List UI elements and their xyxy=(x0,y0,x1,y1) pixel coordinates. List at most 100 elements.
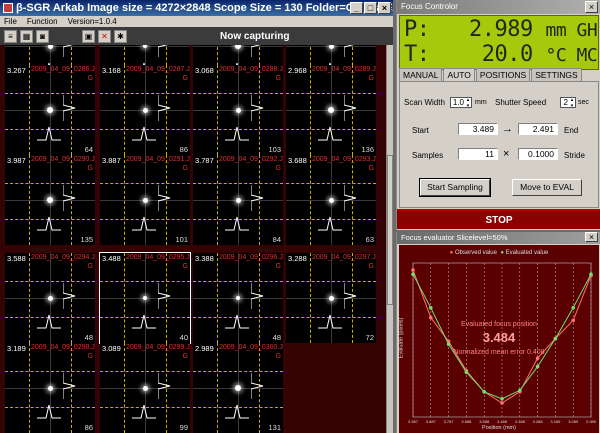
star-image xyxy=(47,107,53,113)
horizontal-profile xyxy=(225,314,249,329)
vertical-profile xyxy=(344,283,357,309)
lcd-display: P: 2.989 mm GH T: 20.0 °C MC xyxy=(399,15,599,70)
slice-line xyxy=(286,93,376,94)
cell-position-value: 3.068 xyxy=(195,66,214,75)
scan-width-spinner[interactable]: 1.0 xyxy=(450,97,472,109)
tab-settings[interactable]: SETTINGS xyxy=(531,68,582,81)
menu-file[interactable]: File xyxy=(4,16,17,27)
menu-function[interactable]: Function xyxy=(27,16,58,27)
cell-position-value: 3.388 xyxy=(195,254,214,263)
cell-filename-ext: G xyxy=(368,165,374,172)
stride-label: Stride xyxy=(564,151,585,160)
cell-filename: 2009_04_09_0289.JP xyxy=(312,66,376,73)
thumbnail-cell[interactable]: 3.388 2009_04_09_0296.JP G 48 xyxy=(193,253,283,343)
cell-filename-ext: G xyxy=(275,75,281,82)
cell-position-value: 2.968 xyxy=(288,66,307,75)
cell-filename: 2009_04_09_0297.JP xyxy=(312,254,376,261)
tab-auto[interactable]: AUTO xyxy=(443,68,475,81)
x-tick-label: 3.488 xyxy=(497,419,508,424)
horizontal-profile xyxy=(318,314,342,329)
stop-button[interactable]: STOP xyxy=(397,209,600,229)
x-tick-label: 3.388 xyxy=(515,419,526,424)
thumbnail-cell[interactable]: 3.189 2009_04_09_0298.JP G 86 xyxy=(5,343,95,433)
move-to-eval-button[interactable]: Move to EVAL xyxy=(512,179,582,196)
vertical-profile xyxy=(251,373,264,399)
horizontal-profile xyxy=(37,216,61,231)
cell-filename: 2009_04_09_0290.JP xyxy=(31,156,95,163)
vertical-profile xyxy=(251,95,264,121)
focus-plot: 3.987 3.887 3.787 3.688 3.588 3.488 3.388 3.288… xyxy=(398,245,599,433)
start-sampling-button[interactable]: Start Sampling xyxy=(419,178,491,197)
thumbnail-cell[interactable]: 2.989 2009_04_09_0300.JP G 131 xyxy=(193,343,283,433)
samples-field[interactable]: 11 xyxy=(458,148,498,160)
thumbnail-cell[interactable]: 3.688 2009_04_09_0293.JP G 63 xyxy=(286,155,376,245)
x-tick-label: 2.989 xyxy=(586,419,597,424)
scan-width-unit: mm xyxy=(475,99,487,106)
thumbnail-cell[interactable]: 3.987 2009_04_09_0290.JP G 135 xyxy=(5,155,95,245)
cell-filename: 2009_04_09_0287.JP xyxy=(126,66,190,73)
thumbnail-cell[interactable]: 3.267 2009_04_09_0286.JP G 64 xyxy=(5,65,95,155)
maximize-button[interactable]: □ xyxy=(364,2,377,14)
cell-filename-ext: G xyxy=(275,353,281,360)
cell-position-value: 3.488 xyxy=(102,254,121,263)
slice-line xyxy=(5,281,95,282)
slice-line xyxy=(193,183,283,184)
thumbnail-cell[interactable]: 3.168 2009_04_09_0287.JP G 86 xyxy=(100,65,190,155)
cell-position-value: 3.189 xyxy=(7,344,26,353)
thumbnail-cell[interactable]: 3.068 2009_04_09_0288.JP G 103 xyxy=(193,65,283,155)
thumbnail-cell[interactable]: 2.968 2009_04_09_0289.JP G 136 xyxy=(286,65,376,155)
start-position-field[interactable]: 3.489 xyxy=(458,123,498,135)
cell-score: 131 xyxy=(268,423,281,432)
horizontal-profile xyxy=(318,126,342,141)
cell-position-value: 3.887 xyxy=(102,156,121,165)
grid-icon[interactable]: ▦ xyxy=(20,29,33,43)
cell-score: 40 xyxy=(179,333,188,342)
vertical-scrollbar[interactable] xyxy=(386,45,393,433)
list-icon[interactable]: ≡ xyxy=(4,29,17,43)
settings-icon[interactable]: ✱ xyxy=(114,29,127,43)
thumbnail-cell[interactable]: 3.288 2009_04_09_0297.JP G 72 xyxy=(286,253,376,343)
cell-position-value: 3.288 xyxy=(288,254,307,263)
thumbnail-cell[interactable]: 3.488 2009_04_09_0295.JP G 40 xyxy=(99,252,191,344)
thumbnail-grid: 655653593.2672009_04_09_0286.JPG643.1682… xyxy=(0,45,386,433)
star-image xyxy=(47,295,53,301)
evaluated-point xyxy=(589,272,593,276)
fc-close-button[interactable]: × xyxy=(585,1,598,13)
evaluated-point xyxy=(518,388,522,393)
star-image xyxy=(142,197,148,203)
thumbnail-cell[interactable]: 3.089 2009_04_09_0299.JP G 99 xyxy=(100,343,190,433)
legend-evaluated: Evaluated value xyxy=(505,250,549,256)
end-position-field[interactable]: 2.491 xyxy=(518,123,558,135)
start-label: Start xyxy=(412,126,429,135)
minimize-button[interactable]: _ xyxy=(350,2,363,14)
samples-label: Samples xyxy=(412,151,444,160)
vertical-profile xyxy=(63,95,76,121)
lcd-t-value: 20.0 xyxy=(481,42,533,67)
cancel-icon[interactable]: ✕ xyxy=(98,29,111,43)
star-image xyxy=(328,107,334,113)
shutter-speed-unit: sec xyxy=(578,99,589,106)
thumbnail-cell[interactable]: 3.588 2009_04_09_0294.JP G 48 xyxy=(5,253,95,343)
cell-filename: 2009_04_09_0293.JP xyxy=(312,156,376,163)
tab-positions[interactable]: POSITIONS xyxy=(475,68,531,81)
cell-score: 72 xyxy=(365,333,374,342)
capture-icon[interactable]: ◙ xyxy=(36,29,49,43)
tab-manual[interactable]: MANUAL xyxy=(399,68,443,81)
slice-line xyxy=(310,253,311,343)
lcd-t-label: T: xyxy=(404,42,430,67)
scrollbar-thumb[interactable] xyxy=(387,155,393,305)
camera-icon[interactable]: ▣ xyxy=(82,29,95,43)
close-button[interactable]: × xyxy=(378,2,391,14)
thumbnail-cell[interactable]: 3.887 2009_04_09_0291.JP G 101 xyxy=(100,155,190,245)
stride-field[interactable]: 0.1000 xyxy=(518,148,558,160)
cell-filename: 2009_04_09_0286.JP xyxy=(31,66,95,73)
horizontal-profile xyxy=(132,126,156,141)
thumbnail-cell[interactable]: 3.787 2009_04_09_0292.JP G 84 xyxy=(193,155,283,245)
slice-line xyxy=(5,93,95,94)
app-icon xyxy=(3,3,13,13)
shutter-speed-spinner[interactable]: 2 xyxy=(560,97,576,109)
fe-close-button[interactable]: × xyxy=(585,232,598,242)
evaluated-point xyxy=(500,397,504,401)
menu-version[interactable]: Version=1.0.4 xyxy=(68,16,117,27)
vertical-profile xyxy=(344,185,357,211)
